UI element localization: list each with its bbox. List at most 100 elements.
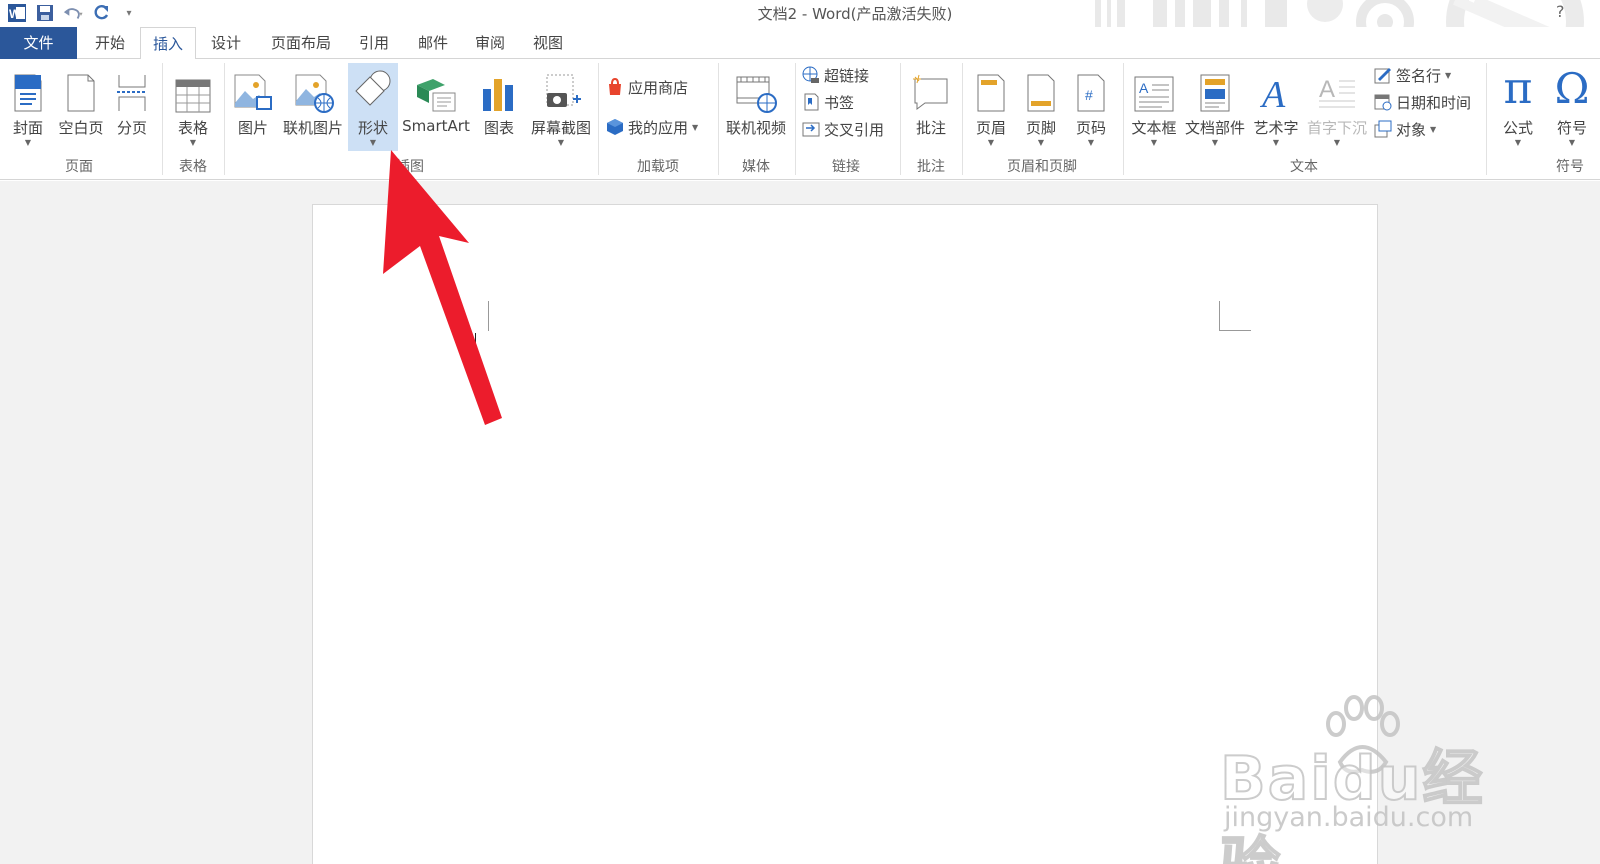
chevron-down-icon: ▼ [1333, 138, 1341, 147]
online-picture-icon [280, 63, 346, 113]
bookmark-label: 书签 [824, 93, 855, 112]
drop-cap-button[interactable]: A 首字下沉 ▼ [1304, 63, 1370, 151]
group-separator [1486, 63, 1487, 175]
screenshot-icon [526, 63, 596, 113]
watermark-sub-text: jingyan.baidu.com [1224, 802, 1474, 833]
chevron-down-icon: ▼ [1150, 138, 1158, 147]
page-number-icon: # [1068, 63, 1114, 113]
cover-page-button[interactable]: 封面 ▼ [6, 63, 50, 151]
pictures-button[interactable]: 图片 [230, 63, 276, 151]
screenshot-button[interactable]: 屏幕截图 ▼ [526, 63, 596, 151]
header-button[interactable]: 页眉 ▼ [968, 63, 1014, 151]
chevron-down-icon: ▼ [1445, 70, 1452, 80]
cross-reference-icon [802, 122, 820, 137]
equation-button[interactable]: π 公式 ▼ [1494, 63, 1542, 151]
tab-file[interactable]: 文件 [0, 27, 77, 59]
tab-page-layout[interactable]: 页面布局 [262, 27, 340, 59]
drop-cap-icon: A [1304, 63, 1370, 113]
footer-icon [1018, 63, 1064, 113]
footer-button[interactable]: 页脚 ▼ [1018, 63, 1064, 151]
ribbon-insert: 封面 ▼ 空白页 分页 页面 表格 ▼ 表格 图片 联机图片 形状 ▼ Smar… [0, 59, 1600, 180]
pictures-label: 图片 [237, 119, 268, 137]
tab-review[interactable]: 审阅 [466, 27, 514, 59]
header-icon [968, 63, 1014, 113]
bookmark-button[interactable]: 书签 [802, 90, 854, 114]
svg-text:#: # [1085, 87, 1093, 103]
signature-line-button[interactable]: 签名行 ▼ [1374, 63, 1451, 87]
textbox-button[interactable]: A 文本框 ▼ [1128, 63, 1180, 151]
my-apps-button[interactable]: 我的应用 ▼ [606, 115, 698, 139]
textbox-label: 文本框 [1131, 119, 1177, 137]
watermark-main-text: Baidu经验 [1219, 743, 1485, 864]
wordart-button[interactable]: A 艺术字 ▼ [1250, 63, 1302, 151]
wordart-label: 艺术字 [1253, 119, 1299, 137]
ribbon-tabs: 文件 开始 插入 设计 页面布局 引用 邮件 审阅 视图 [0, 27, 1600, 60]
quick-parts-button[interactable]: 文档部件 ▼ [1182, 63, 1248, 151]
pi-icon: π [1503, 63, 1533, 114]
header-label: 页眉 [975, 119, 1006, 137]
page-break-label: 分页 [116, 119, 147, 137]
online-video-button[interactable]: 联机视频 [722, 63, 790, 151]
online-pictures-button[interactable]: 联机图片 [280, 63, 346, 151]
tab-references[interactable]: 引用 [352, 27, 396, 59]
tab-design[interactable]: 设计 [202, 27, 250, 59]
table-button[interactable]: 表格 ▼ [168, 63, 218, 151]
shapes-button[interactable]: 形状 ▼ [348, 63, 398, 151]
symbol-button[interactable]: Ω 符号 ▼ [1548, 63, 1596, 151]
object-label: 对象 [1396, 120, 1427, 139]
cover-page-icon [6, 63, 50, 113]
group-media-label: 媒体 [742, 159, 770, 175]
my-apps-icon [607, 119, 623, 135]
cross-reference-label: 交叉引用 [824, 120, 885, 139]
date-time-button[interactable]: 日期和时间 [1374, 90, 1471, 114]
online-video-icon [722, 63, 790, 113]
chevron-down-icon: ▼ [24, 138, 32, 147]
chevron-down-icon: ▼ [1430, 124, 1437, 134]
tab-home[interactable]: 开始 [86, 27, 134, 59]
my-apps-label: 我的应用 [628, 118, 689, 137]
document-page[interactable] [312, 204, 1378, 864]
chevron-down-icon: ▼ [1568, 138, 1576, 147]
svg-text:A: A [1319, 76, 1335, 103]
object-icon [1374, 120, 1392, 138]
svg-text:A: A [1259, 74, 1286, 113]
quick-parts-icon [1182, 63, 1248, 113]
chart-icon [476, 63, 522, 113]
footer-label: 页脚 [1025, 119, 1056, 137]
blank-page-button[interactable]: 空白页 [54, 63, 108, 151]
bookmark-icon [804, 93, 819, 111]
hyperlink-button[interactable]: 超链接 [802, 63, 869, 87]
chevron-down-icon: ▼ [692, 122, 699, 132]
blank-page-icon [54, 63, 108, 113]
store-button[interactable]: 应用商店 [606, 75, 688, 99]
group-addins-label: 加载项 [637, 159, 679, 175]
group-pages-label: 页面 [65, 159, 93, 175]
tab-insert[interactable]: 插入 [140, 27, 196, 60]
group-symbols-label: 符号 [1556, 159, 1584, 175]
object-button[interactable]: 对象 ▼ [1374, 117, 1436, 141]
group-links-label: 链接 [832, 159, 860, 175]
chevron-down-icon: ▼ [1087, 138, 1095, 147]
page-break-button[interactable]: 分页 [110, 63, 154, 151]
cross-reference-button[interactable]: 交叉引用 [802, 117, 884, 141]
comment-button[interactable]: 批注 [906, 63, 956, 151]
page-number-button[interactable]: # 页码 ▼ [1068, 63, 1114, 151]
chevron-down-icon: ▼ [1514, 138, 1522, 147]
page-number-label: 页码 [1075, 119, 1106, 137]
smartart-label: SmartArt [402, 117, 470, 135]
chevron-down-icon: ▼ [1211, 138, 1219, 147]
smartart-icon [400, 63, 472, 113]
table-label: 表格 [177, 119, 208, 137]
hyperlink-icon [802, 66, 819, 83]
chevron-down-icon: ▼ [189, 138, 197, 147]
chart-button[interactable]: 图表 [476, 63, 522, 151]
symbol-label: 符号 [1556, 119, 1587, 137]
cover-page-label: 封面 [12, 119, 43, 137]
group-separator [598, 63, 599, 175]
signature-line-label: 签名行 [1396, 66, 1442, 85]
tab-mailings[interactable]: 邮件 [408, 27, 458, 59]
group-comments-label: 批注 [917, 159, 945, 175]
equation-label: 公式 [1502, 119, 1533, 137]
tab-view[interactable]: 视图 [524, 27, 572, 59]
smartart-button[interactable]: SmartArt [400, 63, 472, 151]
